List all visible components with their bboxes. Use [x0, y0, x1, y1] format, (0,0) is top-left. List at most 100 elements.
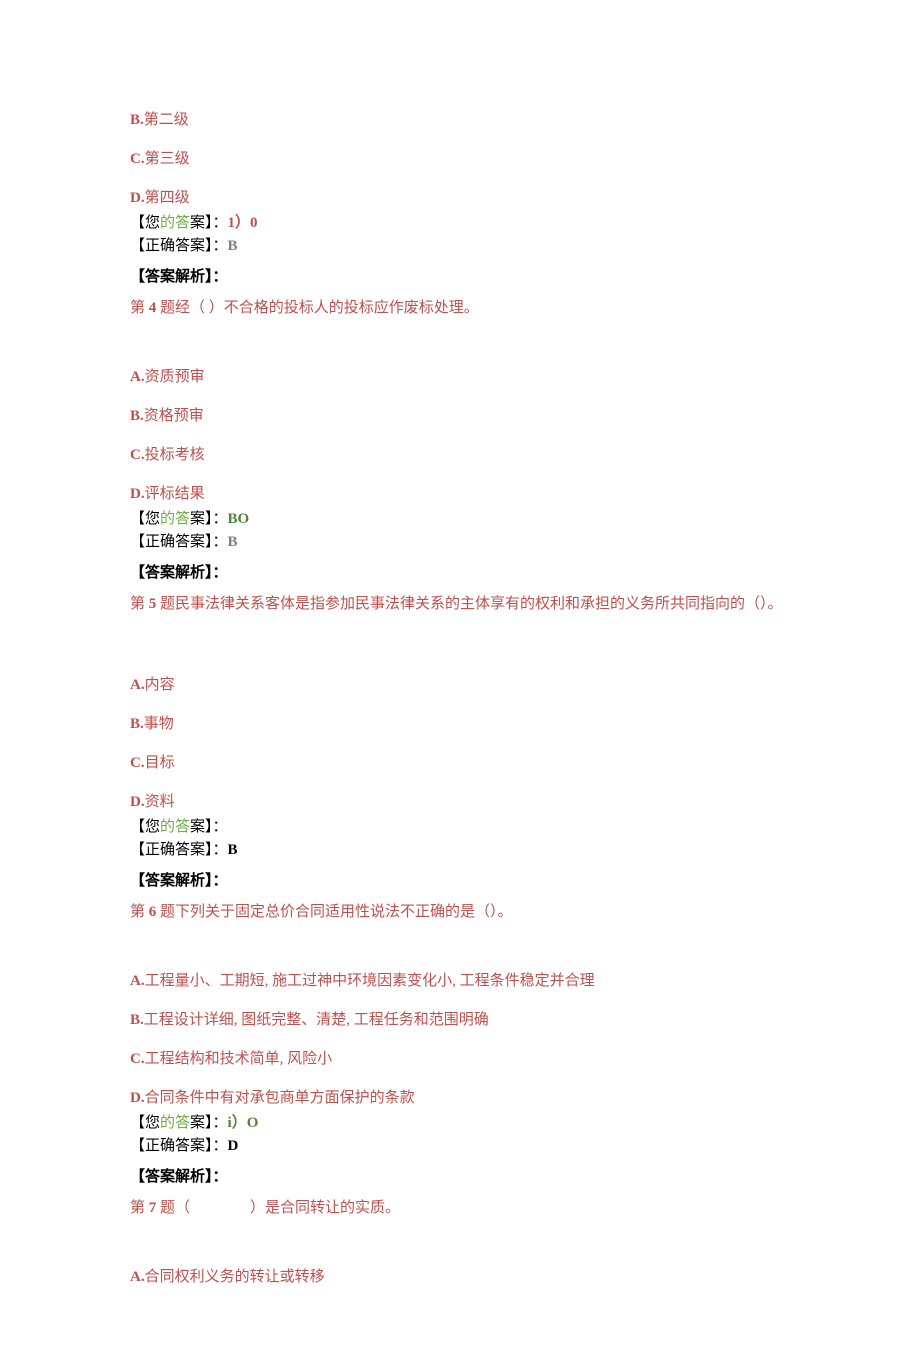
q6-option-d: D.合同条件中有对承包商单方面保护的条款	[130, 1088, 790, 1109]
your-answer-label-green: 的答	[160, 511, 190, 527]
analysis-label: 【答案解析】：	[130, 871, 790, 892]
your-answer-label-green: 的答	[160, 819, 190, 835]
option-letter: D.	[130, 486, 145, 502]
your-answer-label-pre: 【您	[130, 511, 160, 527]
option-text: 合同条件中有对承包商单方面保护的条款	[145, 1090, 415, 1106]
your-answer-line: 【您的答案】：BO	[130, 509, 790, 530]
your-answer-label-pre: 【您	[130, 819, 160, 835]
your-answer-line: 【您的答案】：i）O	[130, 1113, 790, 1134]
correct-answer-label: 【正确答案】：	[130, 842, 228, 858]
option-letter: A.	[130, 1269, 145, 1285]
correct-answer-value: D	[228, 1138, 239, 1154]
q4-answer-block: 【您的答案】：BO 【正确答案】：B 【答案解析】：	[130, 509, 790, 584]
correct-answer-label: 【正确答案】：	[130, 238, 228, 254]
correct-answer-line: 【正确答案】：D	[130, 1136, 790, 1157]
correct-answer-label: 【正确答案】：	[130, 1138, 228, 1154]
correct-answer-value: B	[228, 238, 238, 254]
option-letter: C.	[130, 151, 145, 167]
question-text: 民事法律关系客体是指参加民事法律关系的主体享有的权利和承担的义务所共同指向的（）…	[175, 596, 783, 612]
q5-option-d: D.资料	[130, 792, 790, 813]
q3-answer-block: 【您的答案】：1）0 【正确答案】：B 【答案解析】：	[130, 213, 790, 288]
your-answer-value: i）O	[228, 1115, 259, 1131]
question-text: 经（ ）不合格的投标人的投标应作废标处理。	[175, 300, 479, 316]
option-text: 第二级	[144, 112, 189, 128]
correct-answer-line: 【正确答案】：B	[130, 532, 790, 553]
q6-question: 第 6 题下列关于固定总价合同适用性说法不正确的是（）。	[130, 902, 790, 923]
your-answer-label-post: 案】：	[190, 1115, 228, 1131]
q4-option-b: B.资格预审	[130, 406, 790, 427]
option-text: 资质预审	[145, 369, 205, 385]
q5-option-a: A.内容	[130, 675, 790, 696]
option-letter: C.	[130, 755, 145, 771]
option-letter: D.	[130, 190, 145, 206]
option-text: 第三级	[145, 151, 190, 167]
option-letter: B.	[130, 408, 144, 424]
option-text: 第四级	[145, 190, 190, 206]
your-answer-label-green: 的答	[160, 215, 190, 231]
your-answer-label-post: 案】：	[190, 511, 228, 527]
option-text: 资格预审	[144, 408, 204, 424]
q5-option-c: C.目标	[130, 753, 790, 774]
option-letter: C.	[130, 447, 145, 463]
correct-answer-line: 【正确答案】：B	[130, 840, 790, 861]
option-letter: A.	[130, 677, 145, 693]
analysis-label: 【答案解析】：	[130, 1167, 790, 1188]
option-text: 内容	[145, 677, 175, 693]
correct-answer-value: B	[228, 842, 238, 858]
question-text: 下列关于固定总价合同适用性说法不正确的是（）。	[175, 904, 513, 920]
q7-option-a: A.合同权利义务的转让或转移	[130, 1267, 790, 1288]
q4-option-d: D.评标结果	[130, 484, 790, 505]
option-letter: A.	[130, 973, 145, 989]
q5-question: 第 5 题民事法律关系客体是指参加民事法律关系的主体享有的权利和承担的义务所共同…	[130, 594, 790, 615]
option-text: 投标考核	[145, 447, 205, 463]
q6-option-a: A.工程量小、工期短, 施工过神中环境因素变化小, 工程条件稳定并合理	[130, 971, 790, 992]
your-answer-value: BO	[228, 511, 250, 527]
your-answer-line: 【您的答案】：1）0	[130, 213, 790, 234]
correct-answer-label: 【正确答案】：	[130, 534, 228, 550]
option-text: 评标结果	[145, 486, 205, 502]
option-letter: B.	[130, 716, 144, 732]
q3-option-c: C.第三级	[130, 149, 790, 170]
option-text: 工程结构和技术简单, 风险小	[145, 1051, 333, 1067]
q4-question: 第 4 题经（ ）不合格的投标人的投标应作废标处理。	[130, 298, 790, 319]
option-letter: A.	[130, 369, 145, 385]
option-text: 资料	[145, 794, 175, 810]
question-number: 第 7 题	[130, 1200, 175, 1216]
question-number: 第 5 题	[130, 596, 175, 612]
option-text: 工程设计详细, 图纸完整、清楚, 工程任务和范围明确	[144, 1012, 489, 1028]
your-answer-label-post: 案】：	[190, 215, 228, 231]
q4-option-a: A.资质预审	[130, 367, 790, 388]
option-letter: D.	[130, 794, 145, 810]
option-letter: D.	[130, 1090, 145, 1106]
option-text: 事物	[144, 716, 174, 732]
your-answer-label-post: 案】：	[190, 819, 228, 835]
your-answer-label-pre: 【您	[130, 1115, 160, 1131]
your-answer-value: 1）0	[228, 215, 258, 231]
question-text: （ ）是合同转让的实质。	[175, 1200, 400, 1216]
correct-answer-value: B	[228, 534, 238, 550]
option-letter: B.	[130, 112, 144, 128]
correct-answer-line: 【正确答案】：B	[130, 236, 790, 257]
option-text: 合同权利义务的转让或转移	[145, 1269, 325, 1285]
q6-option-c: C.工程结构和技术简单, 风险小	[130, 1049, 790, 1070]
option-letter: B.	[130, 1012, 144, 1028]
q3-option-d: D.第四级	[130, 188, 790, 209]
q5-option-b: B.事物	[130, 714, 790, 735]
your-answer-label-pre: 【您	[130, 215, 160, 231]
q6-option-b: B.工程设计详细, 图纸完整、清楚, 工程任务和范围明确	[130, 1010, 790, 1031]
analysis-label: 【答案解析】：	[130, 267, 790, 288]
option-text: 目标	[145, 755, 175, 771]
option-text: 工程量小、工期短, 施工过神中环境因素变化小, 工程条件稳定并合理	[145, 973, 595, 989]
your-answer-label-green: 的答	[160, 1115, 190, 1131]
question-number: 第 4 题	[130, 300, 175, 316]
question-number: 第 6 题	[130, 904, 175, 920]
option-letter: C.	[130, 1051, 145, 1067]
q4-option-c: C.投标考核	[130, 445, 790, 466]
document-page: B.第二级 C.第三级 D.第四级 【您的答案】：1）0 【正确答案】：B 【答…	[0, 0, 920, 1346]
q7-question: 第 7 题（ ）是合同转让的实质。	[130, 1198, 790, 1219]
q5-answer-block: 【您的答案】： 【正确答案】：B 【答案解析】：	[130, 817, 790, 892]
q3-option-b: B.第二级	[130, 110, 790, 131]
your-answer-line: 【您的答案】：	[130, 817, 790, 838]
analysis-label: 【答案解析】：	[130, 563, 790, 584]
q6-answer-block: 【您的答案】：i）O 【正确答案】：D 【答案解析】：	[130, 1113, 790, 1188]
